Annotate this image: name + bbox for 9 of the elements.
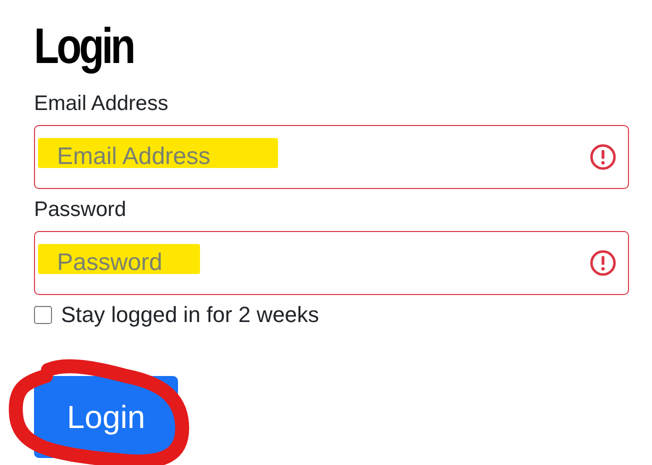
checkbox[interactable] <box>34 306 52 324</box>
error-icon <box>590 144 616 170</box>
field-label: Password <box>34 198 126 222</box>
checkbox-label: Stay logged in for 2 weeks <box>61 302 320 328</box>
input-field[interactable]: Email Address <box>34 125 629 189</box>
input-field[interactable]: Password <box>34 231 629 295</box>
field-label: Email Address <box>34 92 168 116</box>
error-icon <box>590 250 616 276</box>
page-title: Login <box>34 17 134 76</box>
